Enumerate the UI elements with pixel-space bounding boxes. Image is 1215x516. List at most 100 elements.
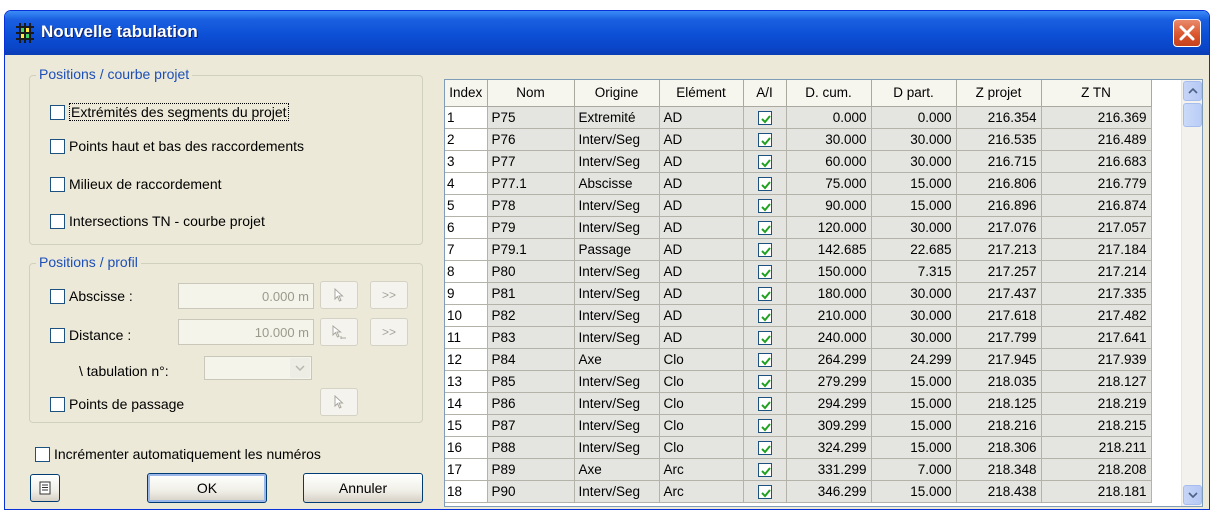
table-row[interactable]: 13 P85 Interv/Seg Clo 279.299 15.000 218.035 21… [445,370,1152,393]
active-checkbox-cell[interactable] [743,304,787,327]
active-checkbox-cell[interactable] [743,326,787,349]
checkbox-incrementer[interactable]: Incrémenter automatiquement les numéros [35,446,321,462]
table-row[interactable]: 14 P86 Interv/Seg Clo 294.299 15.000 218.125 21… [445,392,1152,415]
table-row[interactable]: 15 P87 Interv/Seg Clo 309.299 15.000 218.216 21… [445,414,1152,437]
table-cell: 10 [445,304,488,327]
checkmark-icon[interactable] [757,286,772,301]
active-checkbox-cell[interactable] [743,370,787,393]
active-checkbox-cell[interactable] [743,458,787,481]
active-checkbox-cell[interactable] [743,436,787,459]
title-bar[interactable]: Nouvelle tabulation [5,11,1209,55]
checkmark-icon[interactable] [757,418,772,433]
vertical-scrollbar[interactable] [1181,80,1202,506]
abscisse-input[interactable]: 0.000 m [178,283,314,309]
checkmark-icon[interactable] [757,154,772,169]
results-table[interactable]: Index Nom Origine Elément A/I D. cum. D part. Z… [444,79,1203,507]
checkmark-icon[interactable] [757,220,772,235]
column-header[interactable]: D. cum. [786,80,872,107]
active-checkbox-cell[interactable] [743,216,787,239]
column-header[interactable]: Z projet [956,80,1042,107]
table-row[interactable]: 17 P89 Axe Arc 331.299 7.000 218.348 218.208 [445,458,1152,481]
column-header[interactable]: Z TN [1041,80,1152,107]
pick-abscisse-button[interactable] [320,281,358,309]
dropdown-arrow[interactable] [290,358,310,378]
table-row[interactable]: 8 P80 Interv/Seg AD 150.000 7.315 217.257 217.2… [445,260,1152,283]
checkbox-points-haut-bas[interactable]: Points haut et bas des raccordements [50,138,304,154]
next-distance-button[interactable]: >> [370,318,408,346]
column-header[interactable]: Elément [659,80,744,107]
checkmark-icon[interactable] [757,396,772,411]
checkbox-box[interactable] [35,446,50,462]
ok-button[interactable]: OK [147,473,267,503]
table-row[interactable]: 6 P79 Interv/Seg AD 120.000 30.000 217.076 217.… [445,216,1152,239]
table-row[interactable]: 16 P88 Interv/Seg Clo 324.299 15.000 218.306 21… [445,436,1152,459]
table-cell: 15 [445,414,488,437]
table-row[interactable]: 9 P81 Interv/Seg AD 180.000 30.000 217.437 217.… [445,282,1152,305]
table-row[interactable]: 11 P83 Interv/Seg AD 240.000 30.000 217.799 217… [445,326,1152,349]
scroll-down-button[interactable] [1183,485,1202,505]
active-checkbox-cell[interactable] [743,106,787,129]
table-row[interactable]: 1 P75 Extremité AD 0.000 0.000 216.354 216.369 [445,106,1152,129]
active-checkbox-cell[interactable] [743,238,787,261]
active-checkbox-cell[interactable] [743,260,787,283]
column-header[interactable]: D part. [871,80,957,107]
checkbox-box[interactable] [50,396,65,412]
table-row[interactable]: 4 P77.1 Abscisse AD 75.000 15.000 216.806 216.7… [445,172,1152,195]
column-header[interactable]: Origine [574,80,660,107]
column-header[interactable]: A/I [743,80,787,107]
checkmark-icon[interactable] [757,132,772,147]
column-header[interactable]: Nom [487,80,575,107]
checkmark-icon[interactable] [757,176,772,191]
cancel-button[interactable]: Annuler [303,473,423,503]
active-checkbox-cell[interactable] [743,150,787,173]
checkbox-box[interactable] [50,104,65,120]
notes-button[interactable] [30,474,60,502]
checkbox-box[interactable] [50,288,65,304]
checkmark-icon[interactable] [757,440,772,455]
table-row[interactable]: 12 P84 Axe Clo 264.299 24.299 217.945 217.939 [445,348,1152,371]
checkmark-icon[interactable] [757,484,772,499]
checkbox-box[interactable] [50,213,65,229]
active-checkbox-cell[interactable] [743,348,787,371]
checkbox-points-passage[interactable]: Points de passage [50,396,184,412]
table-row[interactable]: 10 P82 Interv/Seg AD 210.000 30.000 217.618 217… [445,304,1152,327]
checkbox-box[interactable] [50,327,65,343]
scroll-thumb[interactable] [1183,103,1202,127]
table-row[interactable]: 3 P77 Interv/Seg AD 60.000 30.000 216.715 216.6… [445,150,1152,173]
checkbox-box[interactable] [50,138,65,154]
checkmark-icon[interactable] [757,330,772,345]
active-checkbox-cell[interactable] [743,194,787,217]
tabulation-select[interactable] [204,356,312,380]
checkbox-box[interactable] [50,176,65,192]
checkmark-icon[interactable] [757,242,772,257]
checkbox-intersections[interactable]: Intersections TN - courbe projet [50,213,265,229]
distance-input[interactable]: 10.000 m [178,319,314,345]
checkmark-icon[interactable] [757,308,772,323]
table-row[interactable]: 2 P76 Interv/Seg AD 30.000 30.000 216.535 216.4… [445,128,1152,151]
checkmark-icon[interactable] [757,264,772,279]
column-header[interactable]: Index [445,80,488,107]
table-row[interactable]: 18 P90 Interv/Seg Arc 346.299 15.000 218.438 21… [445,480,1152,503]
active-checkbox-cell[interactable] [743,414,787,437]
pick-distance-button[interactable] [320,318,358,346]
checkbox-extremites[interactable]: Extrémités des segments du projet [50,103,289,121]
checkmark-icon[interactable] [757,462,772,477]
checkmark-icon[interactable] [757,198,772,213]
checkmark-icon[interactable] [757,110,772,125]
checkmark-icon[interactable] [757,374,772,389]
checkbox-milieux[interactable]: Milieux de raccordement [50,176,222,192]
active-checkbox-cell[interactable] [743,282,787,305]
checkbox-abscisse[interactable]: Abscisse : [50,288,133,304]
table-row[interactable]: 5 P78 Interv/Seg AD 90.000 15.000 216.896 216.8… [445,194,1152,217]
active-checkbox-cell[interactable] [743,172,787,195]
close-button[interactable] [1173,19,1201,47]
active-checkbox-cell[interactable] [743,480,787,503]
active-checkbox-cell[interactable] [743,128,787,151]
active-checkbox-cell[interactable] [743,392,787,415]
checkbox-distance[interactable]: Distance : [50,327,131,343]
pick-passage-button[interactable] [320,388,358,416]
next-abscisse-button[interactable]: >> [370,281,408,309]
checkmark-icon[interactable] [757,352,772,367]
table-row[interactable]: 7 P79.1 Passage AD 142.685 22.685 217.213 217.1… [445,238,1152,261]
scroll-up-button[interactable] [1183,81,1202,101]
